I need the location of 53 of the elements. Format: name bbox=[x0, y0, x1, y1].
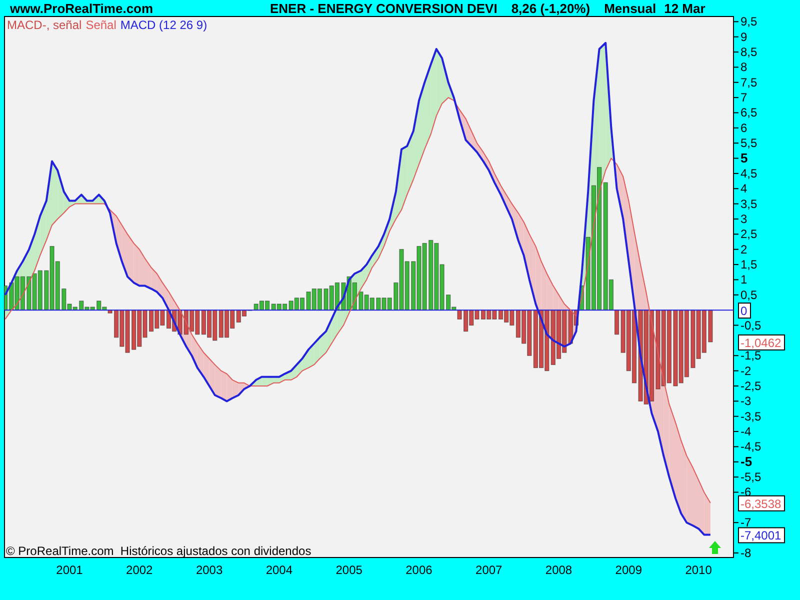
legend-label: MACD-, señal bbox=[7, 18, 82, 32]
axis-label: 7 bbox=[740, 90, 748, 105]
value-label: -1,0462 bbox=[738, 334, 786, 350]
axis-label: 5,5 bbox=[740, 136, 758, 150]
axis-label: -8 bbox=[740, 546, 752, 560]
axis-label: 9,5 bbox=[740, 16, 758, 29]
axis-label: 0,5 bbox=[740, 288, 758, 302]
axis-label: 8 bbox=[740, 60, 748, 74]
axis-label: 2002 bbox=[126, 563, 153, 577]
value-label: 0 bbox=[738, 302, 751, 319]
value-label: -6,3538 bbox=[738, 495, 786, 512]
legend-label: Señal bbox=[86, 18, 116, 32]
axis-label: 2006 bbox=[406, 563, 432, 577]
axis-label: 4 bbox=[740, 182, 748, 196]
axis-label: 5 bbox=[740, 150, 748, 166]
axis-label: -4 bbox=[740, 424, 752, 438]
axis-label: -7 bbox=[740, 516, 752, 530]
chart-title: ENER - ENERGY CONVERSION DEVI bbox=[270, 0, 498, 16]
date-label: 12 Mar bbox=[664, 0, 706, 16]
axis-label: 6 bbox=[740, 120, 748, 135]
axis-label: 8,5 bbox=[740, 45, 758, 60]
axis-label: 6,5 bbox=[740, 106, 758, 120]
axis-label: 2008 bbox=[545, 563, 572, 577]
axis-label: 2009 bbox=[615, 563, 642, 577]
price-quote: 8,26 (-1,20%) bbox=[511, 0, 590, 16]
axis-label: -5,5 bbox=[740, 470, 762, 484]
axis-label: 2007 bbox=[476, 563, 502, 577]
axis-label: 2 bbox=[740, 242, 748, 256]
axis-label: 2,5 bbox=[740, 227, 758, 242]
axis-label: 3,5 bbox=[740, 196, 758, 211]
axis-label: 3 bbox=[740, 212, 748, 226]
axis-label: -5 bbox=[740, 454, 752, 469]
axis-label: 2003 bbox=[196, 563, 223, 577]
axis-label: 2004 bbox=[266, 563, 293, 577]
axis-label: -0,5 bbox=[740, 318, 762, 332]
axis-label: -2,5 bbox=[740, 378, 762, 393]
axis-label: 9 bbox=[740, 30, 748, 44]
copyright-text: © ProRealTime.com Históricos ajustados con dividendos bbox=[6, 544, 312, 558]
period-label: Mensual bbox=[604, 0, 656, 16]
axis-label: 4,5 bbox=[740, 166, 758, 180]
axis-label: -3,5 bbox=[740, 409, 762, 424]
legend-label: MACD (12 26 9) bbox=[120, 18, 208, 32]
axis-label: -3 bbox=[740, 394, 752, 408]
axis-label: 1 bbox=[740, 272, 748, 287]
axis-label: 2005 bbox=[336, 563, 362, 577]
axis-label: 7,5 bbox=[740, 75, 758, 90]
axis-label: 2001 bbox=[56, 563, 83, 577]
axis-label: -1,5 bbox=[740, 348, 762, 363]
axis-label: 2010 bbox=[685, 563, 712, 577]
axis-label: -2 bbox=[740, 364, 752, 378]
axis-label: 1,5 bbox=[740, 258, 758, 272]
value-label: -7,4001 bbox=[738, 527, 786, 544]
axis-label: -4,5 bbox=[740, 440, 762, 454]
